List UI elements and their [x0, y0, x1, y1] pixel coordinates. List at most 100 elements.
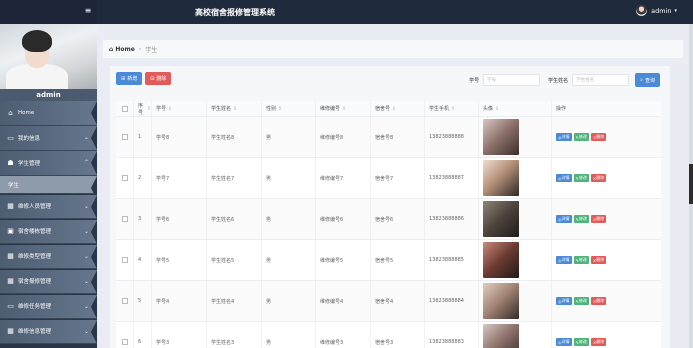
sidebar-item-3[interactable]: 学生 — [0, 176, 97, 200]
detail-label: 详情 — [561, 134, 570, 139]
row-checkbox[interactable] — [116, 240, 134, 280]
student-photo[interactable] — [483, 201, 519, 237]
sort-icon[interactable]: ⇕ — [392, 106, 396, 112]
delete-row-button[interactable]: ✕ 删除 — [590, 338, 607, 346]
menu-toggle-icon[interactable]: ≡ — [83, 6, 93, 16]
column-header[interactable]: 性别 ⇕ — [262, 101, 316, 116]
breadcrumb-current: 学生 — [145, 46, 158, 54]
delete-row-button[interactable]: ✕ 删除 — [590, 174, 607, 182]
sidebar-item-1[interactable]: ▭ 我的信息 ⌄ — [0, 126, 97, 151]
delete-row-button[interactable]: ✕ 删除 — [590, 256, 607, 264]
sidebar-item-6[interactable]: ▦ 维修类型管理 ⌄ — [0, 244, 97, 269]
cell-phone: 13823888883 — [425, 322, 479, 348]
breadcrumb-home[interactable]: ⌂ Home — [109, 46, 135, 53]
student-name-input[interactable]: 学生姓名 — [572, 74, 630, 86]
sidebar-item-9[interactable]: ▦ 维修信息管理 ⌄ — [0, 319, 97, 344]
user-menu[interactable]: admin ▾ — [636, 5, 677, 16]
detail-row-button[interactable]: ◎ 详情 — [556, 174, 572, 182]
sort-icon[interactable]: ⇕ — [495, 106, 499, 112]
table-row: 2 学号7 学生姓名7 男维修编号7 宿舍号7 13823888887 ◎ 详情 ✎ 修改 ✕ … — [116, 158, 661, 199]
sidebar-item-2[interactable]: ☗ 学生管理 ⌃ — [0, 151, 97, 176]
user-avatar[interactable] — [636, 5, 648, 16]
cell-no: 学号7 — [152, 158, 207, 198]
column-header[interactable]: 学生姓名 ⇕ — [207, 101, 262, 116]
row-checkbox[interactable] — [116, 322, 134, 348]
table-body: 1 学号8 学生姓名8 男维修编号8 宿舍号8 13823888888 ◎ 详情 ✎ 修改 ✕ … — [116, 117, 661, 348]
edit-row-button[interactable]: ✎ 修改 — [573, 338, 589, 346]
delete-button[interactable]: ⊟ 删除 — [145, 72, 172, 85]
detail-label: 详情 — [561, 175, 570, 180]
cell-phone: 13823888887 — [425, 158, 479, 198]
select-all-checkbox[interactable] — [116, 101, 134, 116]
search-icon: ⌕ — [640, 77, 643, 83]
edit-row-button[interactable]: ✎ 修改 — [573, 133, 589, 141]
sort-icon[interactable]: ⇕ — [168, 106, 172, 112]
column-header[interactable]: 学生手机 ⇕ — [425, 101, 479, 116]
delete-row-button[interactable]: ✕ 删除 — [590, 133, 607, 141]
breadcrumb-separator: › — [138, 45, 142, 53]
grid-icon: ▦ — [7, 327, 14, 336]
detail-label: 详情 — [561, 216, 570, 221]
cell-name: 学生姓名6 — [207, 199, 262, 239]
student-icon: ☗ — [7, 158, 14, 167]
column-header[interactable]: 头像 ⇕ — [479, 101, 552, 116]
detail-row-button[interactable]: ◎ 详情 — [556, 338, 572, 346]
edit-label: 修改 — [578, 298, 587, 303]
cell-phone: 13823888886 — [425, 199, 479, 239]
add-button[interactable]: ⊞ 新增 — [116, 72, 143, 85]
row-checkbox[interactable] — [116, 199, 134, 239]
row-checkbox[interactable] — [116, 281, 134, 321]
sort-icon[interactable]: ⇕ — [147, 106, 151, 112]
student-photo[interactable] — [483, 324, 519, 348]
row-checkbox[interactable] — [116, 117, 134, 157]
edit-label: 修改 — [578, 216, 587, 221]
sort-icon[interactable]: ⇕ — [233, 106, 237, 112]
column-header[interactable]: 宿舍号 ⇕ — [371, 101, 425, 116]
student-photo[interactable] — [483, 160, 519, 196]
cell-sex: 男 — [262, 199, 316, 239]
sidebar-item-0[interactable]: ⌂ Home — [0, 101, 97, 126]
detail-row-button[interactable]: ◎ 详情 — [556, 215, 572, 223]
edit-row-button[interactable]: ✎ 修改 — [573, 215, 589, 223]
sidebar-item-8[interactable]: ▭ 维修任务管理 ⌄ — [0, 294, 97, 319]
detail-row-button[interactable]: ◎ 详情 — [556, 297, 572, 305]
student-photo[interactable] — [483, 119, 519, 155]
sidebar-item-label: 维修类型管理 — [18, 254, 52, 261]
chevron-down-icon: ⌄ — [83, 302, 89, 310]
sort-icon[interactable]: ⇕ — [451, 106, 455, 112]
column-header[interactable]: 维修编号 ⇕ — [316, 101, 371, 116]
column-header[interactable]: 序号 ⇕ — [134, 101, 152, 116]
student-photo[interactable] — [483, 283, 519, 319]
cell-sex: 男 — [262, 240, 316, 280]
student-photo[interactable] — [483, 242, 519, 278]
row-checkbox[interactable] — [116, 158, 134, 198]
chevron-down-icon: ⌄ — [83, 202, 89, 210]
column-header[interactable]: 学号 ⇕ — [152, 101, 207, 116]
cell-sex: 男 — [262, 117, 316, 157]
sidebar-item-5[interactable]: ▣ 宿舍楼栋管理 ⌄ — [0, 219, 97, 244]
edit-row-button[interactable]: ✎ 修改 — [573, 256, 589, 264]
sidebar-item-4[interactable]: ▦ 维修人员管理 ⌄ — [0, 194, 97, 219]
user-name[interactable]: admin — [651, 7, 671, 15]
cell-phone: 13823888885 — [425, 240, 479, 280]
sort-icon[interactable]: ⇕ — [342, 106, 346, 112]
delete-row-button[interactable]: ✕ 删除 — [590, 297, 607, 305]
sidebar-item-7[interactable]: ▦ 宿舍报修管理 ⌄ — [0, 269, 97, 294]
detail-row-button[interactable]: ◎ 详情 — [556, 256, 572, 264]
edit-row-button[interactable]: ✎ 修改 — [573, 297, 589, 305]
detail-row-button[interactable]: ◎ 详情 — [556, 133, 572, 141]
delete-row-button[interactable]: ✕ 删除 — [590, 215, 607, 223]
cell-photo — [479, 322, 552, 348]
cell-name: 学生姓名3 — [207, 322, 262, 348]
page-scrollbar[interactable] — [689, 24, 693, 348]
caret-down-icon[interactable]: ▾ — [674, 8, 677, 14]
search-button[interactable]: ⌕ 查询 — [635, 73, 660, 87]
column-header-label: 头像 — [483, 106, 494, 112]
column-header[interactable]: 操作 — [552, 101, 661, 116]
cell-dorm: 宿舍号6 — [371, 199, 425, 239]
detail-label: 详情 — [561, 339, 570, 344]
edit-row-button[interactable]: ✎ 修改 — [573, 174, 589, 182]
scrollbar-thumb[interactable] — [689, 164, 693, 204]
student-no-input[interactable]: 学号 — [483, 74, 541, 86]
sort-icon[interactable]: ⇕ — [278, 106, 282, 112]
